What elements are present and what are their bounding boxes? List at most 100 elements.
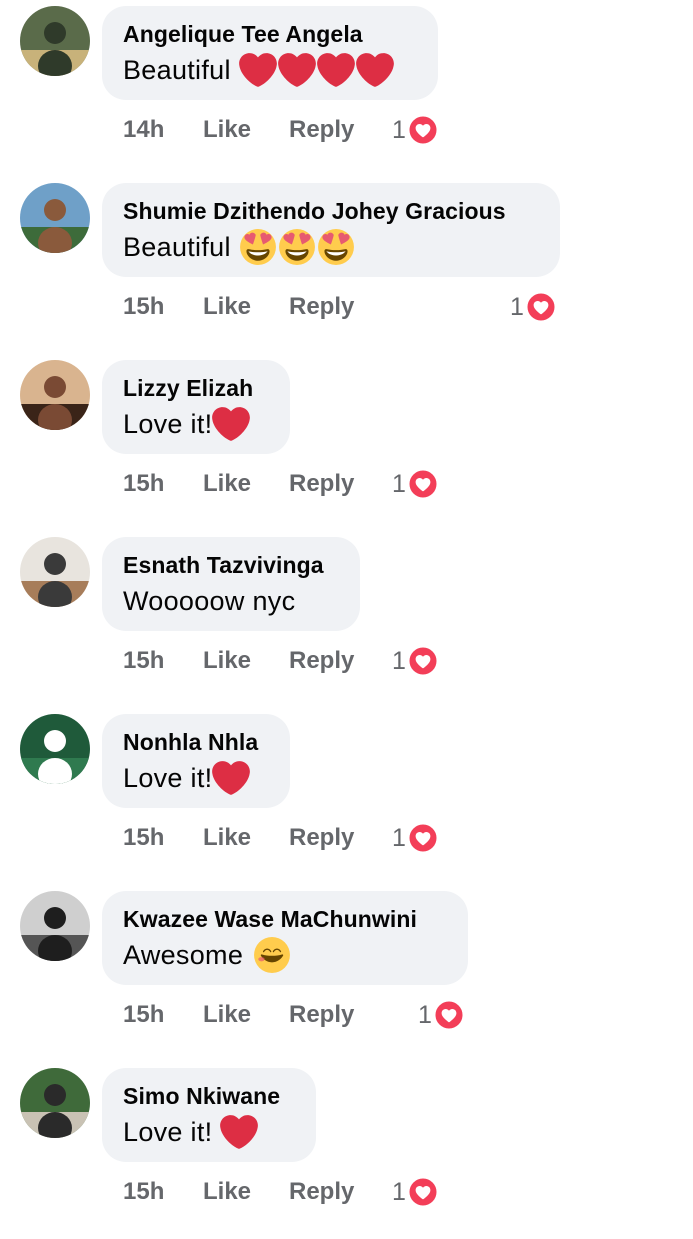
- comment-body: Love it!: [123, 759, 268, 797]
- comment-author[interactable]: Esnath Tazvivinga: [123, 550, 338, 580]
- comment-body: Beautiful: [123, 228, 538, 266]
- comment-text: Beautiful: [123, 231, 231, 262]
- like-button[interactable]: Like: [203, 647, 289, 675]
- reply-button[interactable]: Reply: [289, 1178, 379, 1206]
- red-heart-icon: [238, 51, 277, 89]
- comment-item: Lizzy Elizah Love it! 15h Like Reply 1: [0, 354, 693, 531]
- comment-emojis: [212, 405, 251, 443]
- comment-bubble: Esnath Tazvivinga Wooooow nyc: [102, 537, 360, 631]
- reaction-count: 1: [418, 1000, 432, 1029]
- comment-text: Beautiful: [123, 54, 231, 85]
- like-button[interactable]: Like: [203, 1001, 289, 1029]
- avatar[interactable]: [20, 183, 90, 253]
- reaction-count: 1: [392, 469, 406, 498]
- avatar[interactable]: [20, 891, 90, 961]
- avatar[interactable]: [20, 6, 90, 76]
- comment-actions: 15h Like Reply: [123, 464, 379, 504]
- reply-button[interactable]: Reply: [289, 824, 379, 852]
- heart-eyes-face-icon: [278, 228, 316, 266]
- love-reaction-icon: [407, 1176, 439, 1208]
- comment-text: Love it!: [123, 762, 213, 793]
- reaction-summary[interactable]: 1: [510, 287, 557, 327]
- comment-actions: 14h Like Reply: [123, 110, 379, 150]
- reaction-count: 1: [392, 115, 406, 144]
- comment-timestamp[interactable]: 15h: [123, 824, 203, 852]
- red-heart-icon: [220, 1113, 259, 1151]
- reply-button[interactable]: Reply: [289, 116, 379, 144]
- smiling-face-icon: [253, 936, 291, 974]
- comment-emojis: [220, 1113, 259, 1151]
- like-button[interactable]: Like: [203, 116, 289, 144]
- comment-author[interactable]: Shumie Dzithendo Johey Gracious: [123, 196, 538, 226]
- comment-emojis: [253, 936, 292, 974]
- love-reaction-icon: [407, 822, 439, 854]
- comment-actions: 15h Like Reply: [123, 818, 379, 858]
- comment-actions: 15h Like Reply: [123, 641, 379, 681]
- love-reaction-icon: [407, 114, 439, 146]
- love-reaction-icon: [525, 291, 557, 323]
- reply-button[interactable]: Reply: [289, 1001, 379, 1029]
- comment-timestamp[interactable]: 14h: [123, 116, 203, 144]
- reaction-summary[interactable]: 1: [392, 818, 439, 858]
- comment-timestamp[interactable]: 15h: [123, 647, 203, 675]
- comment-bubble: Lizzy Elizah Love it!: [102, 360, 290, 454]
- comment-timestamp[interactable]: 15h: [123, 1001, 203, 1029]
- comment-emojis: [238, 51, 395, 89]
- comment-author[interactable]: Angelique Tee Angela: [123, 19, 416, 49]
- reply-button[interactable]: Reply: [289, 293, 379, 321]
- comment-actions: 15h Like Reply: [123, 287, 379, 327]
- comment-bubble: Simo Nkiwane Love it!: [102, 1068, 316, 1162]
- comment-body: Awesome: [123, 936, 446, 974]
- love-reaction-icon: [407, 645, 439, 677]
- like-button[interactable]: Like: [203, 824, 289, 852]
- comment-text: Wooooow nyc: [123, 585, 296, 616]
- love-reaction-icon: [407, 468, 439, 500]
- comment-emojis: [239, 228, 356, 266]
- reaction-summary[interactable]: 1: [392, 1172, 439, 1212]
- reply-button[interactable]: Reply: [289, 470, 379, 498]
- reaction-summary[interactable]: 1: [392, 464, 439, 504]
- red-heart-icon: [277, 51, 316, 89]
- love-reaction-icon: [433, 999, 465, 1031]
- avatar[interactable]: [20, 360, 90, 430]
- comment-text: Love it!: [123, 1116, 213, 1147]
- reaction-count: 1: [392, 823, 406, 852]
- comment-body: Love it!: [123, 1113, 294, 1151]
- comment-text: Awesome: [123, 939, 244, 970]
- reaction-summary[interactable]: 1: [392, 110, 439, 150]
- comment-body: Beautiful: [123, 51, 416, 89]
- reaction-summary[interactable]: 1: [392, 641, 439, 681]
- comment-text: Love it!: [123, 408, 213, 439]
- red-heart-icon: [212, 405, 251, 443]
- comment-author[interactable]: Simo Nkiwane: [123, 1081, 294, 1111]
- red-heart-icon: [212, 759, 251, 797]
- reaction-count: 1: [392, 1177, 406, 1206]
- comment-author[interactable]: Lizzy Elizah: [123, 373, 268, 403]
- reply-button[interactable]: Reply: [289, 647, 379, 675]
- comment-author[interactable]: Nonhla Nhla: [123, 727, 268, 757]
- comment-actions: 15h Like Reply: [123, 1172, 379, 1212]
- comment-bubble: Nonhla Nhla Love it!: [102, 714, 290, 808]
- reaction-summary[interactable]: 1: [418, 995, 465, 1035]
- like-button[interactable]: Like: [203, 1178, 289, 1206]
- comment-emojis: [212, 759, 251, 797]
- like-button[interactable]: Like: [203, 470, 289, 498]
- comment-bubble: Angelique Tee Angela Beautiful: [102, 6, 438, 100]
- comment-item: Esnath Tazvivinga Wooooow nyc 15h Like Reply…: [0, 531, 693, 708]
- heart-eyes-face-icon: [317, 228, 355, 266]
- comment-bubble: Kwazee Wase MaChunwini Awesome: [102, 891, 468, 985]
- avatar[interactable]: [20, 537, 90, 607]
- red-heart-icon: [355, 51, 394, 89]
- comment-timestamp[interactable]: 15h: [123, 293, 203, 321]
- avatar[interactable]: [20, 1068, 90, 1138]
- comment-actions: 15h Like Reply: [123, 995, 379, 1035]
- reaction-count: 1: [510, 292, 524, 321]
- comment-timestamp[interactable]: 15h: [123, 470, 203, 498]
- comment-timestamp[interactable]: 15h: [123, 1178, 203, 1206]
- avatar[interactable]: [20, 714, 90, 784]
- like-button[interactable]: Like: [203, 293, 289, 321]
- red-heart-icon: [316, 51, 355, 89]
- comment-body: Wooooow nyc: [123, 582, 338, 620]
- comment-author[interactable]: Kwazee Wase MaChunwini: [123, 904, 446, 934]
- heart-eyes-face-icon: [239, 228, 277, 266]
